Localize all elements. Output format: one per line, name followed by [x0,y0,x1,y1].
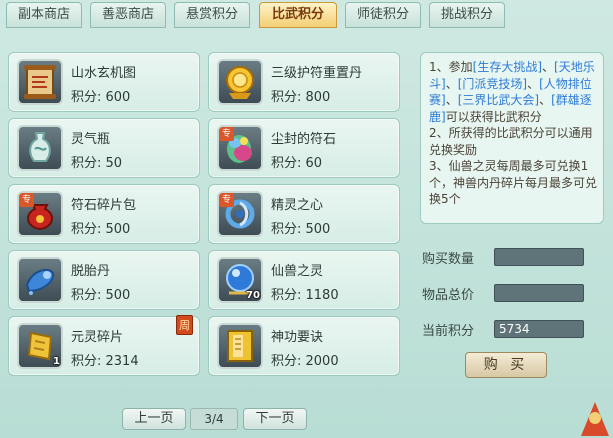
item-price: 积分: 2314 [71,354,139,369]
buy-button[interactable]: 购 买 [465,352,547,378]
rules-text: 可以获得比武积分 [445,109,542,124]
blue-orb-icon: 70 [217,257,263,303]
prev-page-button[interactable]: 上一页 [122,408,186,430]
rules-text: 3、仙兽之灵每周最多可兑换1个，神兽内丹碎片每月最多可兑换5个 [429,159,598,206]
item-price: 积分: 800 [271,90,331,105]
item-quantity: 70 [246,290,260,301]
scroll-icon [17,59,63,105]
activity-link[interactable]: [三界比武大会] [458,93,539,107]
corner-ornament-icon [581,402,609,436]
rules-description: 1、参加[生存大挑战]、[天地乐斗]、[门派竞技场]、[人物排位赛]、[三界比武… [420,52,604,224]
item-name: 元灵碎片 [71,330,124,345]
yellow-shard-icon: 1 [17,323,63,369]
shop-item-card[interactable]: 专 符石碎片包 积分: 500 [8,184,200,244]
shop-item-card[interactable]: 神功要诀 积分: 2000 [208,316,400,376]
shop-tabs: 副本商店 善恶商店 悬赏积分 比武积分 师徒积分 挑战积分 [0,0,613,30]
item-price: 积分: 500 [71,222,131,237]
item-price: 积分: 500 [271,222,331,237]
tab-challenge-points[interactable]: 挑战积分 [429,2,505,28]
weekly-badge: 周 [176,315,193,335]
item-name: 三级护符重置丹 [271,66,363,81]
tab-bounty-points[interactable]: 悬赏积分 [174,2,250,28]
shop-item-card[interactable]: 山水玄机图 积分: 600 [8,52,200,112]
tab-karma-shop[interactable]: 善恶商店 [90,2,166,28]
shop-item-card[interactable]: 70 仙兽之灵 积分: 1180 [208,250,400,310]
shop-item-card[interactable]: 三级护符重置丹 积分: 800 [208,52,400,112]
separator: 、 [445,76,458,91]
exclusive-tag: 专 [219,193,234,207]
red-pouch-icon: 专 [17,191,63,237]
item-price: 积分: 1180 [271,288,339,303]
item-name: 脱胎丹 [71,264,111,279]
rules-text: 1、参加 [429,60,473,74]
item-quantity: 1 [53,356,60,367]
item-name: 精灵之心 [271,198,324,213]
yellow-book-icon [217,323,263,369]
shop-item-card[interactable]: 1 周 元灵碎片 积分: 2314 [8,315,200,376]
tab-dungeon-shop[interactable]: 副本商店 [6,2,82,28]
shop-item-card[interactable]: 灵气瓶 积分: 50 [8,118,200,178]
separator: 、 [527,76,540,91]
buy-quantity-input[interactable] [494,248,584,266]
total-price-value [494,284,584,302]
rules-text: 2、所获得的比武积分可以通用兑换奖励 [429,126,593,157]
shop-panel: 副本商店 善恶商店 悬赏积分 比武积分 师徒积分 挑战积分 山水玄机图 积分: … [0,0,613,438]
separator: 、 [445,93,458,107]
next-page-button[interactable]: 下一页 [243,408,307,430]
item-price: 积分: 500 [71,288,131,303]
gem-stone-icon: 专 [217,125,263,171]
item-name: 神功要诀 [271,330,324,345]
tab-arena-points[interactable]: 比武积分 [259,2,337,28]
item-price: 积分: 60 [271,156,323,171]
buy-quantity-label: 购买数量 [422,252,475,267]
separator: 、 [542,60,555,74]
item-price: 积分: 50 [71,156,123,171]
page-indicator: 3/4 [190,408,238,430]
current-points-value: 5734 [494,320,584,338]
item-name: 仙兽之灵 [271,264,324,279]
activity-link[interactable]: [门派竞技场] [458,77,527,91]
exclusive-tag: 专 [219,127,234,141]
spirit-heart-icon: 专 [217,191,263,237]
vase-icon [17,125,63,171]
blue-pill-icon [17,257,63,303]
shop-item-card[interactable]: 脱胎丹 积分: 500 [8,250,200,310]
separator: 、 [539,93,552,107]
item-price: 积分: 2000 [271,354,339,369]
exclusive-tag: 专 [19,193,34,207]
activity-link[interactable]: [生存大挑战] [473,60,542,74]
item-name: 灵气瓶 [71,132,111,147]
item-name: 尘封的符石 [271,132,337,147]
item-name: 符石碎片包 [71,198,137,213]
item-price: 积分: 600 [71,90,131,105]
shop-item-card[interactable]: 专 尘封的符石 积分: 60 [208,118,400,178]
golden-talisman-pill-icon [217,59,263,105]
total-price-label: 物品总价 [422,288,475,303]
tab-mentor-points[interactable]: 师徒积分 [345,2,421,28]
item-name: 山水玄机图 [71,66,137,81]
shop-item-card[interactable]: 专 精灵之心 积分: 500 [208,184,400,244]
current-points-label: 当前积分 [422,324,475,339]
item-grid: 山水玄机图 积分: 600 三级护符重置丹 积分: 800 灵气瓶 积分: 50… [8,52,408,380]
